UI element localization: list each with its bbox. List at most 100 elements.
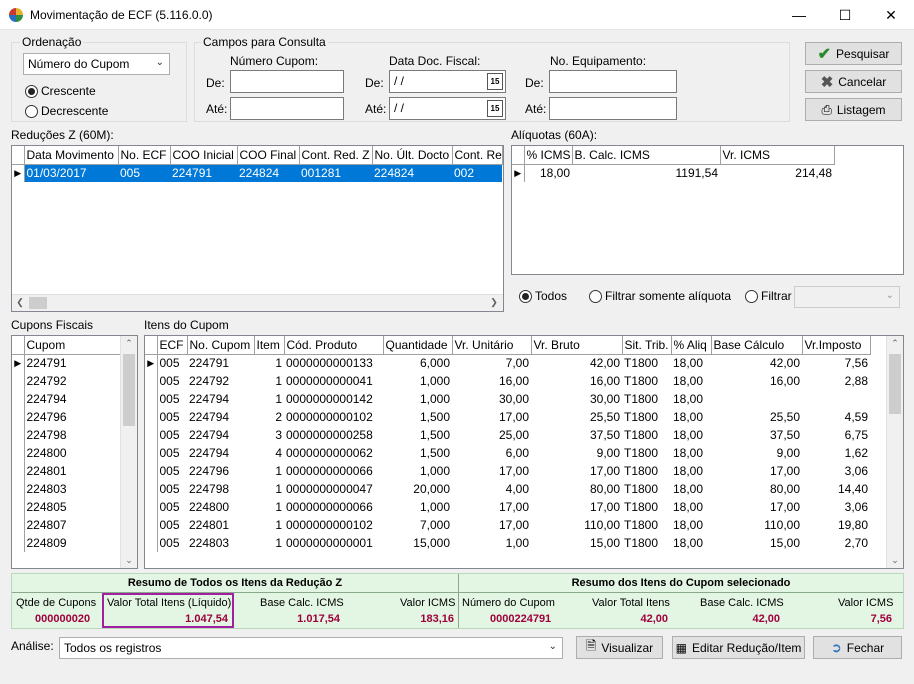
itens-column-header[interactable]: Vr. Unitário	[452, 336, 532, 355]
table-row[interactable]: 005 224794 2 0000000000102 1,500 17,00 25,50 T1…	[145, 408, 870, 426]
reducoes-column-header[interactable]: Cont. Red. Z	[299, 146, 373, 165]
radio-todos[interactable]: Todos	[519, 289, 567, 303]
table-row[interactable]: 005 224794 1 0000000000142 1,000 30,00 30,00 T1…	[145, 390, 870, 408]
aliquota-filter-select[interactable]: ⌄	[794, 286, 900, 308]
scroll-down-icon[interactable]: ⌄	[887, 555, 903, 566]
summary-divider	[458, 574, 459, 628]
itens-column-header[interactable]: Sit. Trib.	[622, 336, 672, 355]
fechar-button[interactable]: ➲ Fechar	[813, 636, 902, 659]
reducoes-column-header[interactable]: Data Movimento	[24, 146, 119, 165]
listagem-button[interactable]: ⎙ Listagem	[805, 98, 902, 121]
table-row[interactable]: 224803	[12, 480, 120, 498]
scroll-thumb[interactable]	[123, 354, 135, 426]
scroll-right-icon[interactable]: ❯	[488, 297, 500, 308]
cupons-vscrollbar[interactable]: ⌃ ⌄	[120, 336, 137, 568]
itens-column-header[interactable]: Item	[254, 336, 285, 355]
reducoes-grid[interactable]: Data Movimento No. ECF COO Inicial COO Fina…	[11, 145, 504, 312]
row-indicator-icon	[12, 462, 25, 480]
table-row[interactable]: 005 224798 1 0000000000047 20,000 4,00 80,00 T1…	[145, 480, 870, 498]
table-row[interactable]: ▶ 224791	[12, 354, 120, 372]
reducoes-column-header[interactable]: No. ECF	[118, 146, 171, 165]
itens-column-header[interactable]: No. Cupom	[187, 336, 255, 355]
reducoes-column-header[interactable]: No. Últ. Docto	[372, 146, 453, 165]
itens-vscrollbar[interactable]: ⌃ ⌄	[886, 336, 903, 568]
itens-column-header[interactable]: Vr. Bruto	[531, 336, 623, 355]
equip-ate-input[interactable]	[549, 97, 677, 120]
radio-crescente[interactable]: Crescente	[25, 84, 96, 98]
close-icon[interactable]: ✕	[868, 0, 914, 30]
itens-column-header[interactable]: Quantidade	[383, 336, 453, 355]
radio-decrescente[interactable]: Decrescente	[25, 104, 108, 118]
ordenacao-select[interactable]: Número do Cupom ⌄	[23, 53, 170, 75]
table-row[interactable]: 224809	[12, 534, 120, 552]
itens-column-header[interactable]: ECF	[157, 336, 188, 355]
scroll-thumb[interactable]	[29, 297, 47, 309]
cupom-column-header[interactable]: Cupom	[24, 336, 121, 355]
calculator-icon: ▦	[675, 640, 687, 655]
radio-filtrar-somente-dot[interactable]	[589, 289, 602, 303]
reducoes-column-header[interactable]: COO Inicial	[170, 146, 238, 165]
aliquotas-column-header[interactable]: B. Calc. ICMS	[572, 146, 721, 165]
itens-grid[interactable]: ECF No. Cupom Item Cód. Produto Quantidade Vr…	[144, 335, 904, 569]
cancel-x-icon: ✖	[820, 73, 834, 91]
aliquotas-grid[interactable]: % ICMS B. Calc. ICMS Vr. ICMS ▶ 18,00 1191,5…	[511, 145, 904, 275]
table-row[interactable]: 224800	[12, 444, 120, 462]
table-row[interactable]: 005 224794 4 0000000000062 1,500 6,00 9,00 T180…	[145, 444, 870, 462]
aliquotas-column-header[interactable]: Vr. ICMS	[720, 146, 835, 165]
scroll-down-icon[interactable]: ⌄	[121, 555, 137, 566]
table-row[interactable]: 224801	[12, 462, 120, 480]
radio-decrescente-dot[interactable]	[25, 104, 38, 118]
table-cell	[711, 390, 802, 408]
radio-filtrar-dot[interactable]	[745, 289, 758, 303]
scroll-up-icon[interactable]: ⌃	[887, 338, 903, 349]
table-row[interactable]: 224807	[12, 516, 120, 534]
aliquotas-column-header[interactable]: % ICMS	[524, 146, 573, 165]
maximize-icon[interactable]: ☐	[822, 0, 868, 30]
table-row[interactable]: 224805	[12, 498, 120, 516]
table-row[interactable]: 005 224803 1 0000000000001 15,000 1,00 15,00 T1…	[145, 534, 870, 552]
itens-column-header[interactable]: Base Cálculo	[711, 336, 803, 355]
visualizar-button[interactable]: 🗎 Visualizar	[576, 636, 663, 659]
itens-column-header[interactable]: Cód. Produto	[284, 336, 384, 355]
table-row[interactable]: ▶ 18,00 1191,54 214,48	[512, 164, 834, 182]
minimize-icon[interactable]: —	[776, 0, 822, 30]
scroll-up-icon[interactable]: ⌃	[121, 338, 137, 349]
scroll-thumb[interactable]	[889, 354, 901, 414]
reducoes-column-header[interactable]: COO Final	[237, 146, 300, 165]
radio-crescente-dot[interactable]	[25, 84, 38, 98]
cancelar-button[interactable]: ✖ Cancelar	[805, 70, 902, 93]
table-cell: 1	[275, 518, 282, 532]
analise-select[interactable]: Todos os registros ⌄	[59, 637, 563, 659]
scroll-left-icon[interactable]: ❮	[14, 297, 26, 308]
table-row[interactable]: 224794	[12, 390, 120, 408]
cupom-ate-input[interactable]	[230, 97, 344, 120]
table-row[interactable]: 005 224794 3 0000000000258 1,500 25,00 37,50 T1…	[145, 426, 870, 444]
table-cell: 18,00	[673, 410, 704, 424]
table-row[interactable]: 005 224801 1 0000000000102 7,000 17,00 110,00 T…	[145, 516, 870, 534]
calendar-icon[interactable]: 15	[487, 73, 503, 90]
table-row[interactable]: 224796	[12, 408, 120, 426]
radio-todos-dot[interactable]	[519, 289, 532, 303]
table-row[interactable]: 005 224792 1 0000000000041 1,000 16,00 16,00 T1…	[145, 372, 870, 390]
data-de-input[interactable]: / / 15	[389, 70, 506, 93]
table-row[interactable]: ▶ 005 224791 1 0000000000133 6,000 7,00 42,00 T1…	[145, 354, 870, 372]
table-row[interactable]: 005 224796 1 0000000000066 1,000 17,00 17,00 T1…	[145, 462, 870, 480]
cupom-de-label: De:	[206, 76, 225, 90]
table-row[interactable]: 224798	[12, 426, 120, 444]
data-ate-input[interactable]: / / 15	[389, 97, 506, 120]
reducoes-column-header[interactable]: Cont. Re	[452, 146, 503, 165]
radio-filtrar[interactable]: Filtrar	[745, 289, 792, 303]
radio-filtrar-somente[interactable]: Filtrar somente alíquota	[589, 289, 731, 303]
itens-column-header[interactable]: % Aliq	[671, 336, 712, 355]
cupons-grid[interactable]: Cupom ▶ 224791 224792 224794 224796 224798 224…	[11, 335, 138, 569]
calendar-icon[interactable]: 15	[487, 100, 503, 117]
cupom-de-input[interactable]	[230, 70, 344, 93]
equip-de-input[interactable]	[549, 70, 677, 93]
table-row[interactable]: ▶ 01/03/2017 005 224791 224824 001281 224824 00…	[12, 164, 502, 182]
reducoes-hscrollbar[interactable]: ❮ ❯	[12, 294, 503, 311]
editar-button[interactable]: ▦ Editar Redução/Item	[672, 636, 805, 659]
table-row[interactable]: 005 224800 1 0000000000066 1,000 17,00 17,00 T1…	[145, 498, 870, 516]
itens-column-header[interactable]: Vr.Imposto	[802, 336, 871, 355]
pesquisar-button[interactable]: ✔ Pesquisar	[805, 42, 902, 65]
table-row[interactable]: 224792	[12, 372, 120, 390]
